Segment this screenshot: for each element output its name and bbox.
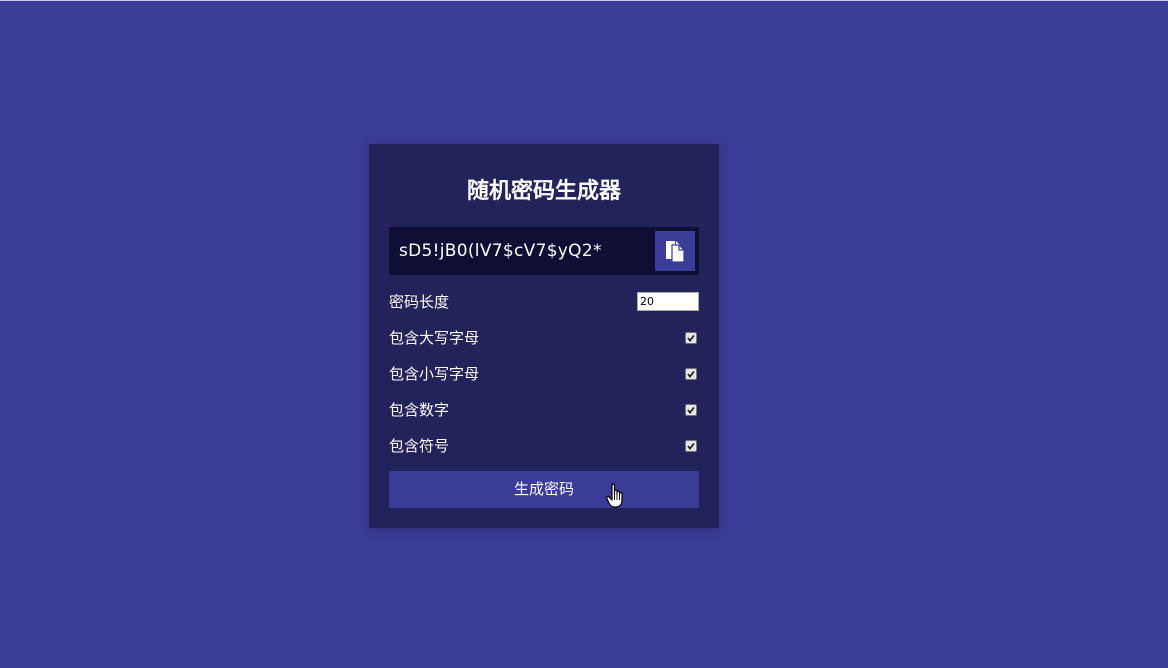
lowercase-checkbox[interactable] bbox=[685, 368, 697, 380]
option-uppercase: 包含大写字母 bbox=[389, 326, 699, 350]
checkmark-icon bbox=[687, 406, 695, 414]
uppercase-checkbox[interactable] bbox=[685, 332, 697, 344]
length-setting: 密码长度 bbox=[389, 290, 699, 314]
length-input[interactable] bbox=[637, 292, 699, 311]
hand-pointer-cursor-icon bbox=[606, 483, 623, 508]
password-generator-card: 随机密码生成器 sD5!jB0(lV7$cV7$yQ2* 密码长度 包含大写字母… bbox=[369, 144, 719, 528]
generated-password: sD5!jB0(lV7$cV7$yQ2* bbox=[399, 241, 602, 261]
page-title: 随机密码生成器 bbox=[466, 179, 621, 204]
length-label: 密码长度 bbox=[389, 293, 450, 311]
clipboard-icon bbox=[666, 241, 685, 263]
checkmark-icon bbox=[687, 370, 695, 378]
option-symbols: 包含符号 bbox=[389, 434, 699, 458]
uppercase-label: 包含大写字母 bbox=[389, 329, 480, 347]
option-numbers: 包含数字 bbox=[389, 398, 699, 422]
lowercase-label: 包含小写字母 bbox=[389, 365, 480, 383]
checkmark-icon bbox=[687, 334, 695, 342]
option-lowercase: 包含小写字母 bbox=[389, 362, 699, 386]
generate-password-button[interactable]: 生成密码 bbox=[389, 471, 699, 508]
password-result-box: sD5!jB0(lV7$cV7$yQ2* bbox=[389, 227, 699, 275]
symbols-label: 包含符号 bbox=[389, 437, 450, 455]
numbers-label: 包含数字 bbox=[389, 401, 450, 419]
numbers-checkbox[interactable] bbox=[685, 404, 697, 416]
copy-button[interactable] bbox=[655, 231, 695, 271]
window-top-border bbox=[0, 0, 1168, 1]
checkmark-icon bbox=[687, 442, 695, 450]
symbols-checkbox[interactable] bbox=[685, 440, 697, 452]
